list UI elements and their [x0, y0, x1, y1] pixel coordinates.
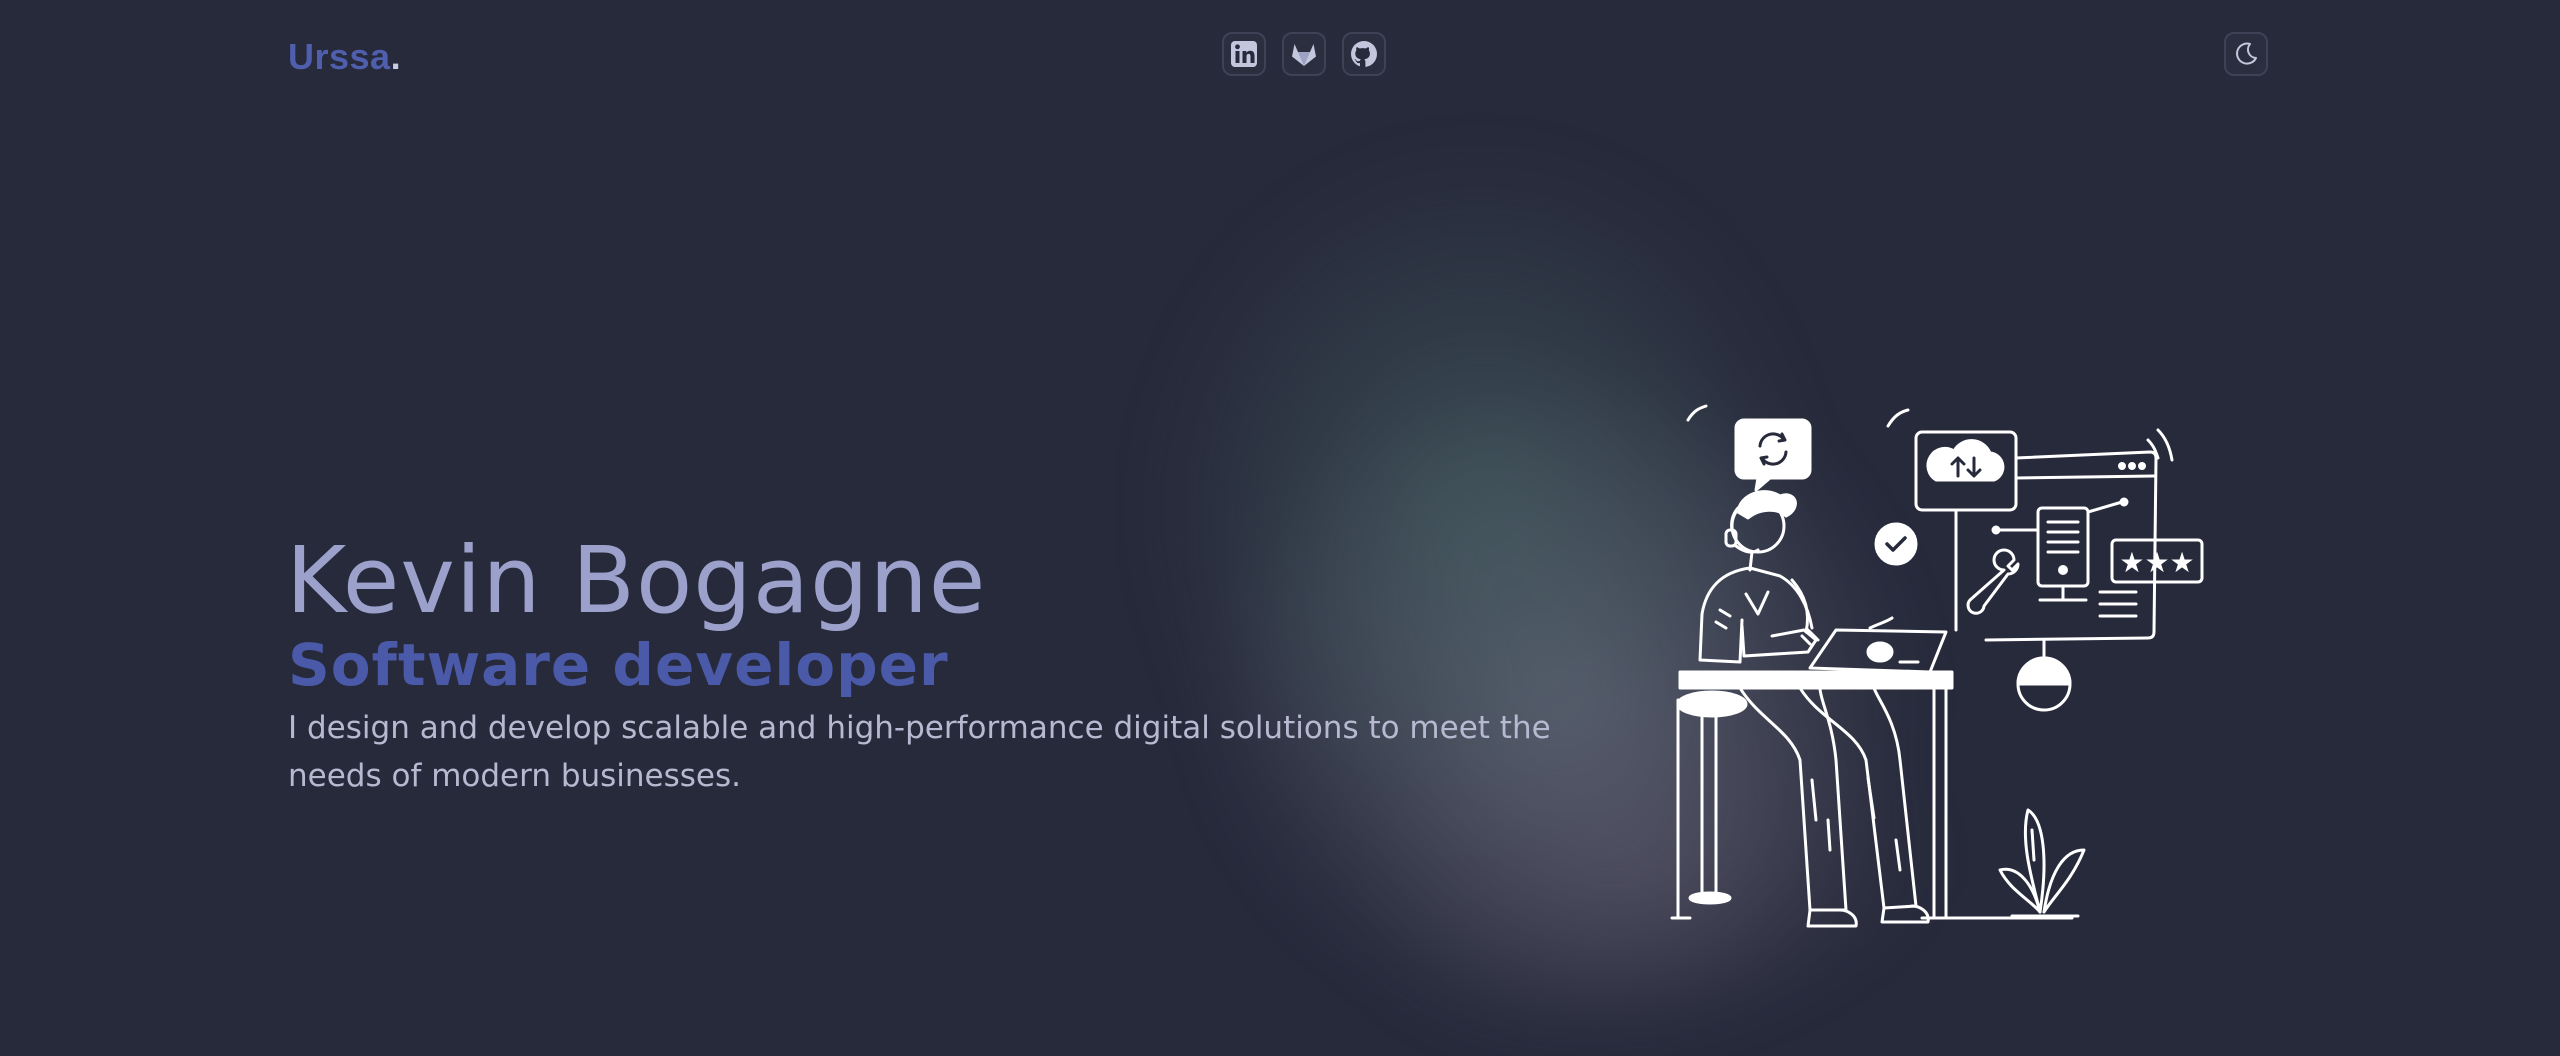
github-button[interactable] [1342, 32, 1386, 76]
developer-at-laptop-illustration: ★★★ [1670, 404, 2204, 928]
hero-role: Software developer [288, 631, 949, 699]
logo-dot: . [390, 36, 402, 77]
stars-rating: ★★★ [2119, 546, 2194, 579]
logo-text: Urssa [288, 36, 391, 77]
social-links [1222, 32, 1386, 76]
linkedin-button[interactable] [1222, 32, 1266, 76]
gitlab-icon [1292, 44, 1316, 66]
theme-toggle-button[interactable] [2224, 32, 2268, 76]
github-icon [1351, 41, 1377, 67]
hero-description: I design and develop scalable and high-p… [288, 710, 1551, 794]
linkedin-icon [1231, 41, 1257, 67]
moon-icon [2236, 42, 2257, 65]
hero-name: Kevin Bogagne [286, 527, 987, 634]
gitlab-button[interactable] [1282, 32, 1326, 76]
logo[interactable]: Urssa. [288, 36, 401, 78]
page: Urssa. Kevin Bogagne Software developer … [0, 0, 2560, 1056]
